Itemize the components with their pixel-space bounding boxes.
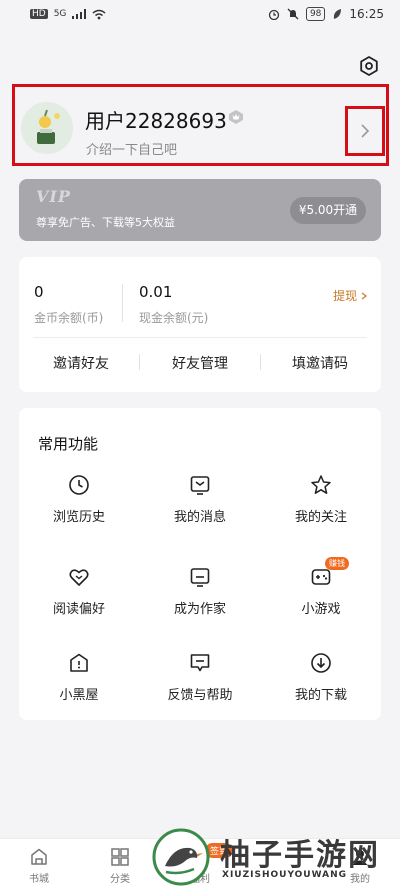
item-label: 阅读偏好 (52, 602, 105, 617)
tab-category[interactable]: 分类 (100, 847, 140, 885)
network-indicator: 5G (53, 9, 67, 19)
friend-management-button[interactable]: 好友管理 (172, 353, 228, 373)
clock-icon (69, 475, 89, 495)
tab-label: 书城 (29, 874, 49, 885)
author-icon (190, 568, 210, 587)
house-icon (70, 653, 88, 672)
common-functions-card: 常用功能 浏览历史 我的消息 我的关注 阅读偏好 成为作家 赚钱 小游戏 小黑屋… (19, 408, 381, 720)
wallet-divider (122, 284, 123, 322)
download-icon (311, 653, 331, 673)
watermark-title: 柚子手游网 (220, 838, 380, 873)
alarm-icon (268, 9, 280, 20)
status-left: HD 5G (30, 9, 106, 20)
status-time: 16:25 (349, 7, 384, 21)
profile-intro[interactable]: 介绍一下自己吧 (86, 139, 177, 158)
item-label: 我的关注 (294, 510, 347, 525)
coins-balance-value[interactable]: 0 (34, 283, 44, 301)
vip-card[interactable]: VIP 尊享免广告、下载等5大权益 ¥5.00开通 (19, 179, 381, 241)
item-label: 反馈与帮助 (167, 688, 233, 703)
browse-history-item[interactable]: 浏览历史 (19, 474, 139, 530)
action-divider (139, 354, 140, 370)
hd-indicator: HD (30, 9, 48, 19)
grid-icon (111, 848, 129, 866)
home-icon (31, 848, 47, 865)
reading-preference-item[interactable]: 阅读偏好 (19, 566, 139, 622)
mute-icon (287, 8, 299, 20)
my-follows-item[interactable]: 我的关注 (261, 474, 381, 530)
item-label: 浏览历史 (52, 510, 105, 525)
leaf-icon (334, 9, 342, 19)
settings-button[interactable] (358, 55, 380, 77)
item-label: 我的消息 (173, 510, 226, 525)
wallet-card: 0 金币余额(币) 0.01 现金余额(元) 提现 邀请好友 好友管理 填邀请码 (19, 257, 381, 392)
enter-invite-code-button[interactable]: 填邀请码 (292, 353, 348, 373)
settings-icon (360, 56, 378, 76)
signal-icon (72, 9, 87, 19)
vip-crown-icon (229, 110, 243, 124)
item-label: 我的下载 (294, 688, 347, 703)
invite-friends-button[interactable]: 邀请好友 (53, 353, 109, 373)
tab-bookstore[interactable]: 书城 (19, 847, 59, 885)
star-icon (311, 475, 331, 494)
item-label: 小黑屋 (59, 688, 99, 703)
item-label: 小游戏 (301, 602, 341, 617)
vip-logo: VIP (36, 187, 71, 206)
site-watermark: 柚子手游网 XIUZISHOUYOUWANG (150, 826, 400, 888)
feedback-icon (190, 654, 210, 672)
my-messages-item[interactable]: 我的消息 (140, 474, 260, 530)
avatar[interactable] (21, 102, 73, 154)
withdraw-label: 提现 (333, 289, 358, 303)
blacklist-item[interactable]: 小黑屋 (19, 652, 139, 708)
coins-balance-label: 金币余额(币) (34, 311, 104, 325)
my-downloads-item[interactable]: 我的下载 (261, 652, 381, 708)
wallet-separator (33, 337, 367, 338)
heart-icon (69, 569, 89, 586)
status-bar: HD 5G 98 16:25 (0, 0, 400, 28)
message-icon (190, 476, 210, 495)
cash-balance-label: 现金余额(元) (139, 311, 209, 325)
chevron-right-icon (361, 124, 370, 138)
profile-card[interactable]: 用户22828693 介绍一下自己吧 (12, 84, 389, 166)
bird-logo-icon (152, 828, 210, 886)
mini-games-item[interactable]: 赚钱 小游戏 (261, 557, 381, 622)
profile-detail-button[interactable] (345, 106, 385, 156)
become-author-item[interactable]: 成为作家 (140, 566, 260, 622)
chevron-right-icon (361, 292, 367, 300)
wifi-icon (92, 9, 106, 19)
action-divider (260, 354, 261, 370)
section-title: 常用功能 (38, 435, 99, 453)
vip-open-button[interactable]: ¥5.00开通 (290, 197, 366, 224)
cash-balance-value[interactable]: 0.01 (139, 283, 172, 301)
item-label: 成为作家 (173, 602, 226, 617)
status-right: 98 16:25 (268, 7, 384, 21)
tab-label: 分类 (110, 874, 130, 885)
feedback-help-item[interactable]: 反馈与帮助 (140, 652, 260, 708)
username: 用户22828693 (85, 109, 227, 133)
watermark-subtitle: XIUZISHOUYOUWANG (222, 870, 348, 880)
withdraw-link[interactable]: 提现 (333, 287, 367, 304)
earn-money-badge: 赚钱 (325, 557, 349, 570)
battery-level: 98 (305, 7, 326, 21)
vip-description: 尊享免广告、下载等5大权益 (36, 216, 175, 229)
avatar-image (21, 102, 73, 154)
